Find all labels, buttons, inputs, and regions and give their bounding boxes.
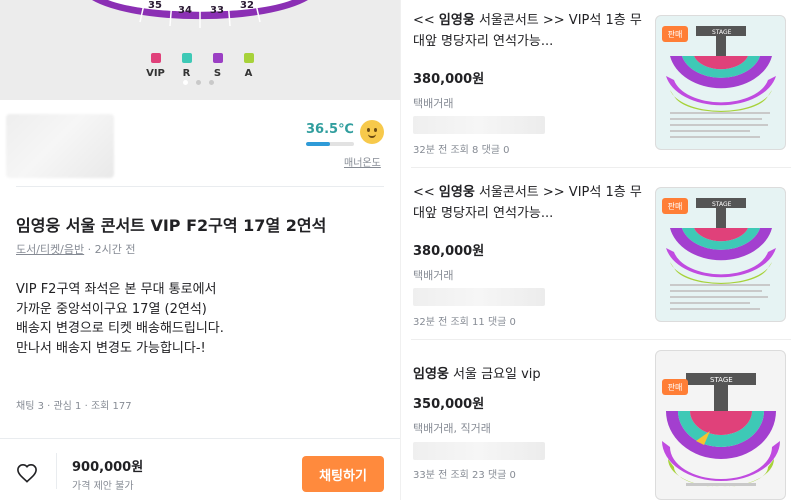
post-stats: 채팅 3 · 관심 1 · 조회 177: [16, 401, 132, 412]
manner-temperature-link[interactable]: 매너온도: [344, 154, 381, 169]
list-item[interactable]: 임영웅 서울 금요일 vip 350,000원 택배거래, 직거래 33분 전 …: [401, 344, 800, 500]
list-item[interactable]: << 임영웅 서울콘서트 >> VIP석 1층 무대앞 명당자리 연석가능...…: [401, 0, 800, 168]
legend-item-s: S: [202, 53, 233, 79]
legend-swatch: [212, 53, 223, 63]
legend-label: S: [213, 68, 222, 79]
category-link[interactable]: 도서/티켓/음반: [16, 243, 84, 256]
manner-temperature: 36.5℃: [306, 122, 354, 137]
listing-price: 350,000원: [413, 397, 485, 412]
chat-button[interactable]: 채팅하기: [302, 456, 384, 492]
listing-location-blurred: [413, 116, 545, 134]
temperature-bar: [306, 142, 354, 146]
post-body: VIP F2구역 좌석은 본 무대 통로에서 가까운 중앙석이구요 17열 (2…: [16, 280, 224, 358]
heart-icon[interactable]: [16, 463, 38, 483]
seller-profile[interactable]: 36.5℃ 매너온도: [0, 100, 400, 186]
legend-item-r: R: [171, 53, 202, 79]
carousel-dot-active[interactable]: [183, 80, 188, 85]
legend-swatch: [243, 53, 254, 63]
seat-number: 35: [148, 0, 162, 11]
temperature-bar-fill: [306, 142, 330, 146]
post-time: · 2시간 전: [87, 243, 136, 256]
sale-badge: 판매: [662, 379, 688, 395]
listing-stats: 32분 전 조회 8 댓글 0: [413, 145, 510, 156]
sale-badge: 판매: [662, 26, 688, 42]
listing-price: 380,000원: [413, 244, 485, 259]
divider: [411, 339, 791, 340]
seat-legend: VIP R S A: [140, 53, 264, 79]
listing-title: << 임영웅 서울콘서트 >> VIP석 1층 무대앞 명당자리 연석가능...: [413, 185, 642, 221]
carousel-dots[interactable]: [183, 80, 214, 85]
listing-stats: 32분 전 조회 11 댓글 0: [413, 317, 516, 328]
seat-map-graphic: 35 34 33 32: [92, 0, 308, 28]
bottom-action-bar: 900,000원 가격 제안 불가 채팅하기: [0, 438, 400, 500]
seat-map-image[interactable]: 35 34 33 32 VIP R S A: [0, 0, 400, 100]
legend-label: VIP: [146, 68, 165, 79]
listing-location-blurred: [413, 442, 545, 460]
listing-stats: 33분 전 조회 23 댓글 0: [413, 470, 516, 481]
list-item[interactable]: << 임영웅 서울콘서트 >> VIP석 1층 무대앞 명당자리 연석가능...…: [401, 172, 800, 340]
divider: [411, 167, 791, 168]
divider: [16, 186, 384, 187]
smile-face-icon: [360, 120, 384, 144]
seat-map-thumbnail: STAGE: [662, 373, 780, 487]
seller-info-blurred[interactable]: [6, 114, 114, 178]
sale-badge: 판매: [662, 198, 688, 214]
price: 900,000원: [72, 460, 144, 475]
body-line: 배송지 변경으로 티켓 배송해드립니다.: [16, 321, 224, 336]
price-offer-note: 가격 제안 불가: [72, 481, 134, 492]
legend-swatch: [150, 53, 161, 63]
divider: [56, 453, 57, 489]
legend-swatch: [181, 53, 192, 63]
svg-text:STAGE: STAGE: [710, 376, 733, 384]
listing-trade-type: 택배거래: [413, 97, 454, 110]
svg-text:STAGE: STAGE: [712, 29, 732, 36]
svg-text:STAGE: STAGE: [712, 201, 732, 208]
seat-number: 34: [178, 5, 192, 16]
post-meta: 도서/티켓/음반 · 2시간 전: [16, 241, 136, 257]
seat-number: 33: [210, 5, 224, 16]
listing-trade-type: 택배거래, 직거래: [413, 422, 491, 435]
listing-thumbnail[interactable]: 판매 STAGE: [655, 187, 786, 322]
body-line: 가까운 중앙석이구요 17열 (2연석): [16, 301, 207, 317]
body-line: VIP F2구역 좌석은 본 무대 통로에서: [16, 282, 217, 297]
listing-thumbnail[interactable]: 판매 STAGE: [655, 15, 786, 150]
listing-location-blurred: [413, 288, 545, 306]
listing-title: << 임영웅 서울콘서트 >> VIP석 1층 무대앞 명당자리 연석가능...: [413, 13, 642, 49]
legend-label: A: [244, 68, 253, 79]
post-detail: 35 34 33 32 VIP R S A 36.5℃ 매너온도 임영웅 서울 …: [0, 0, 400, 500]
legend-item-a: A: [233, 53, 264, 79]
listing-price: 380,000원: [413, 72, 485, 87]
seat-number: 32: [240, 0, 254, 11]
listing-title: 임영웅 서울 금요일 vip: [413, 367, 541, 382]
legend-label: R: [182, 68, 191, 79]
listing-list: << 임영웅 서울콘서트 >> VIP석 1층 무대앞 명당자리 연석가능...…: [400, 0, 800, 500]
post-title: 임영웅 서울 콘서트 VIP F2구역 17열 2연석: [16, 216, 327, 235]
carousel-dot[interactable]: [209, 80, 214, 85]
listing-thumbnail[interactable]: 판매 STAGE: [655, 350, 786, 500]
body-line: 만나서 배송지 변경도 가능합니다-!: [16, 340, 206, 356]
carousel-dot[interactable]: [196, 80, 201, 85]
legend-item-vip: VIP: [140, 53, 171, 79]
listing-trade-type: 택배거래: [413, 269, 454, 282]
